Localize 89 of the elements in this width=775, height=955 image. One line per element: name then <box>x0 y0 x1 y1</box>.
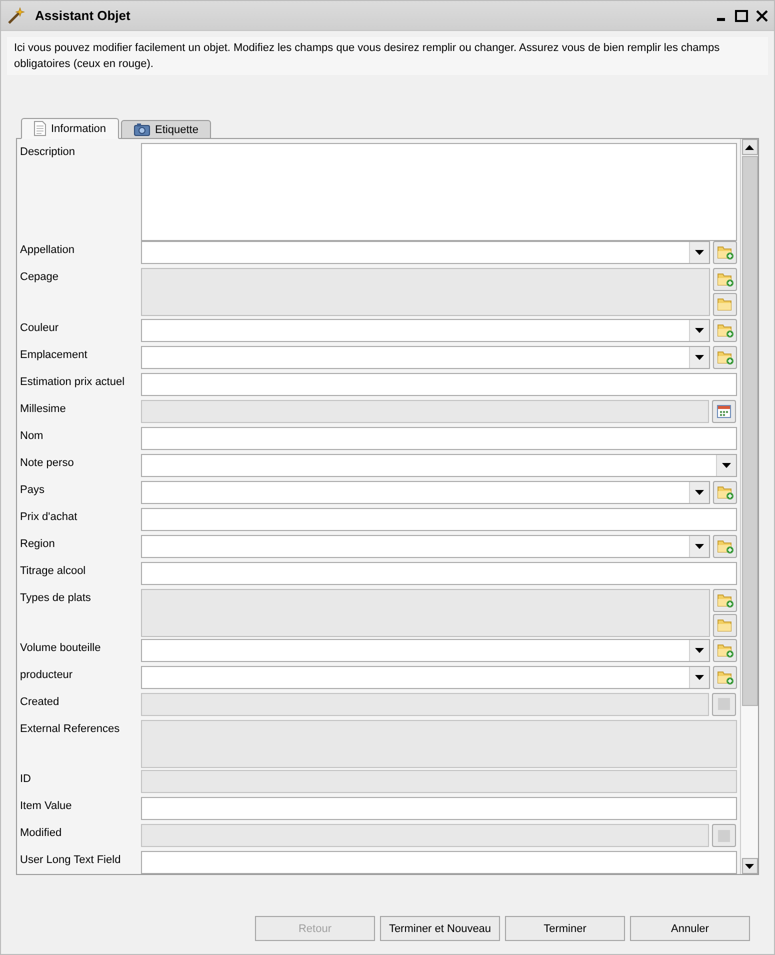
field-label: Millesime <box>20 402 67 415</box>
document-icon <box>34 121 46 136</box>
input-field[interactable] <box>141 372 737 396</box>
folder-icon <box>716 297 734 312</box>
add-button[interactable] <box>713 268 737 292</box>
field-label: External References <box>20 722 121 735</box>
add-button[interactable] <box>713 318 737 342</box>
field-label: Region <box>20 536 56 550</box>
dialog-button[interactable]: Annuler <box>630 916 750 941</box>
folder-add-icon <box>716 322 734 338</box>
combo-box[interactable] <box>141 638 710 662</box>
caret-icon <box>722 462 731 468</box>
calendar-icon <box>717 404 731 418</box>
folder-add-icon <box>716 272 734 288</box>
window-title: Assistant Objet <box>35 8 132 23</box>
field-label: Created <box>20 694 60 708</box>
add-button[interactable] <box>713 346 737 369</box>
field-label: producteur <box>20 668 74 681</box>
field-label: Cepage <box>20 270 60 284</box>
square-icon <box>718 830 730 842</box>
field-label: Description <box>20 145 76 158</box>
caret-icon <box>695 490 704 495</box>
field-label: Prix d'achat <box>20 510 78 523</box>
field-label: Modified <box>20 826 63 840</box>
caret-icon <box>695 354 704 360</box>
up-arrow-icon <box>745 144 754 150</box>
combo-box[interactable] <box>141 241 710 264</box>
field-label: Types de plats <box>20 590 92 604</box>
folder-add-icon <box>716 538 734 554</box>
scroll-down-button[interactable] <box>742 858 758 874</box>
combo-box[interactable] <box>141 666 710 689</box>
caret-icon <box>695 648 704 653</box>
field-label: Note perso <box>20 456 75 469</box>
combo-box[interactable] <box>141 454 737 477</box>
text-area[interactable] <box>141 143 737 241</box>
folder-add-icon <box>716 245 734 260</box>
calendar-button[interactable] <box>712 400 736 423</box>
tab[interactable]: Information <box>21 118 120 139</box>
field-label: Estimation prix actuel <box>20 374 126 388</box>
field-label: Pays <box>20 482 46 496</box>
add-button[interactable] <box>713 638 737 662</box>
folder-icon <box>716 618 734 633</box>
open-button[interactable] <box>713 293 737 316</box>
square-icon <box>718 698 730 710</box>
combo-box[interactable] <box>141 318 710 342</box>
add-button[interactable] <box>713 588 737 612</box>
field-label: Appellation <box>20 243 76 256</box>
field-label: Titrage alcool <box>20 564 87 577</box>
field-label: ID <box>20 772 32 786</box>
caret-icon <box>695 250 704 256</box>
camera-icon <box>134 123 150 136</box>
input-field[interactable] <box>141 797 737 820</box>
add-button[interactable] <box>713 666 737 689</box>
field-label: Item Value <box>20 799 73 812</box>
field-label: Emplacement <box>20 348 88 361</box>
field-label: Nom <box>20 428 44 442</box>
close-icon[interactable] <box>756 10 768 22</box>
combo-box[interactable] <box>141 534 710 558</box>
folder-add-icon <box>716 484 734 500</box>
magic-wand-icon <box>7 6 25 24</box>
folder-add-icon <box>716 642 734 658</box>
scroll-up-button[interactable] <box>742 139 758 155</box>
dialog-button[interactable]: Terminer <box>505 916 625 941</box>
input-field[interactable] <box>141 851 737 874</box>
folder-add-icon <box>716 670 734 685</box>
maximize-icon[interactable] <box>735 10 748 22</box>
scroll-thumb[interactable] <box>742 156 758 706</box>
combo-box[interactable] <box>141 480 710 504</box>
combo-box[interactable] <box>141 346 710 369</box>
caret-icon <box>695 674 704 680</box>
add-button[interactable] <box>713 241 737 264</box>
caret-icon <box>695 544 704 549</box>
folder-add-icon <box>716 592 734 608</box>
input-field[interactable] <box>141 508 737 531</box>
tab[interactable]: Etiquette <box>121 120 212 139</box>
scrollbar[interactable] <box>740 139 758 874</box>
add-button[interactable] <box>713 534 737 558</box>
field-label: Couleur <box>20 320 60 334</box>
intro-text: Ici vous pouvez modifier facilement un objet. Modifiez les champs que vous desirez remplir ou changer. Assurez vous de bien remplir les champs obligatoires (ceux en rouge). <box>7 37 768 75</box>
dialog-button[interactable]: Terminer et Nouveau <box>380 916 500 941</box>
folder-add-icon <box>716 350 734 365</box>
caret-icon <box>695 328 704 333</box>
open-button[interactable] <box>713 614 737 637</box>
input-field[interactable] <box>141 562 737 585</box>
field-label: Volume bouteille <box>20 640 102 654</box>
field-label: User Long Text Field <box>20 853 122 866</box>
input-field[interactable] <box>141 426 737 450</box>
caret-icon <box>745 864 754 868</box>
add-button[interactable] <box>713 480 737 504</box>
